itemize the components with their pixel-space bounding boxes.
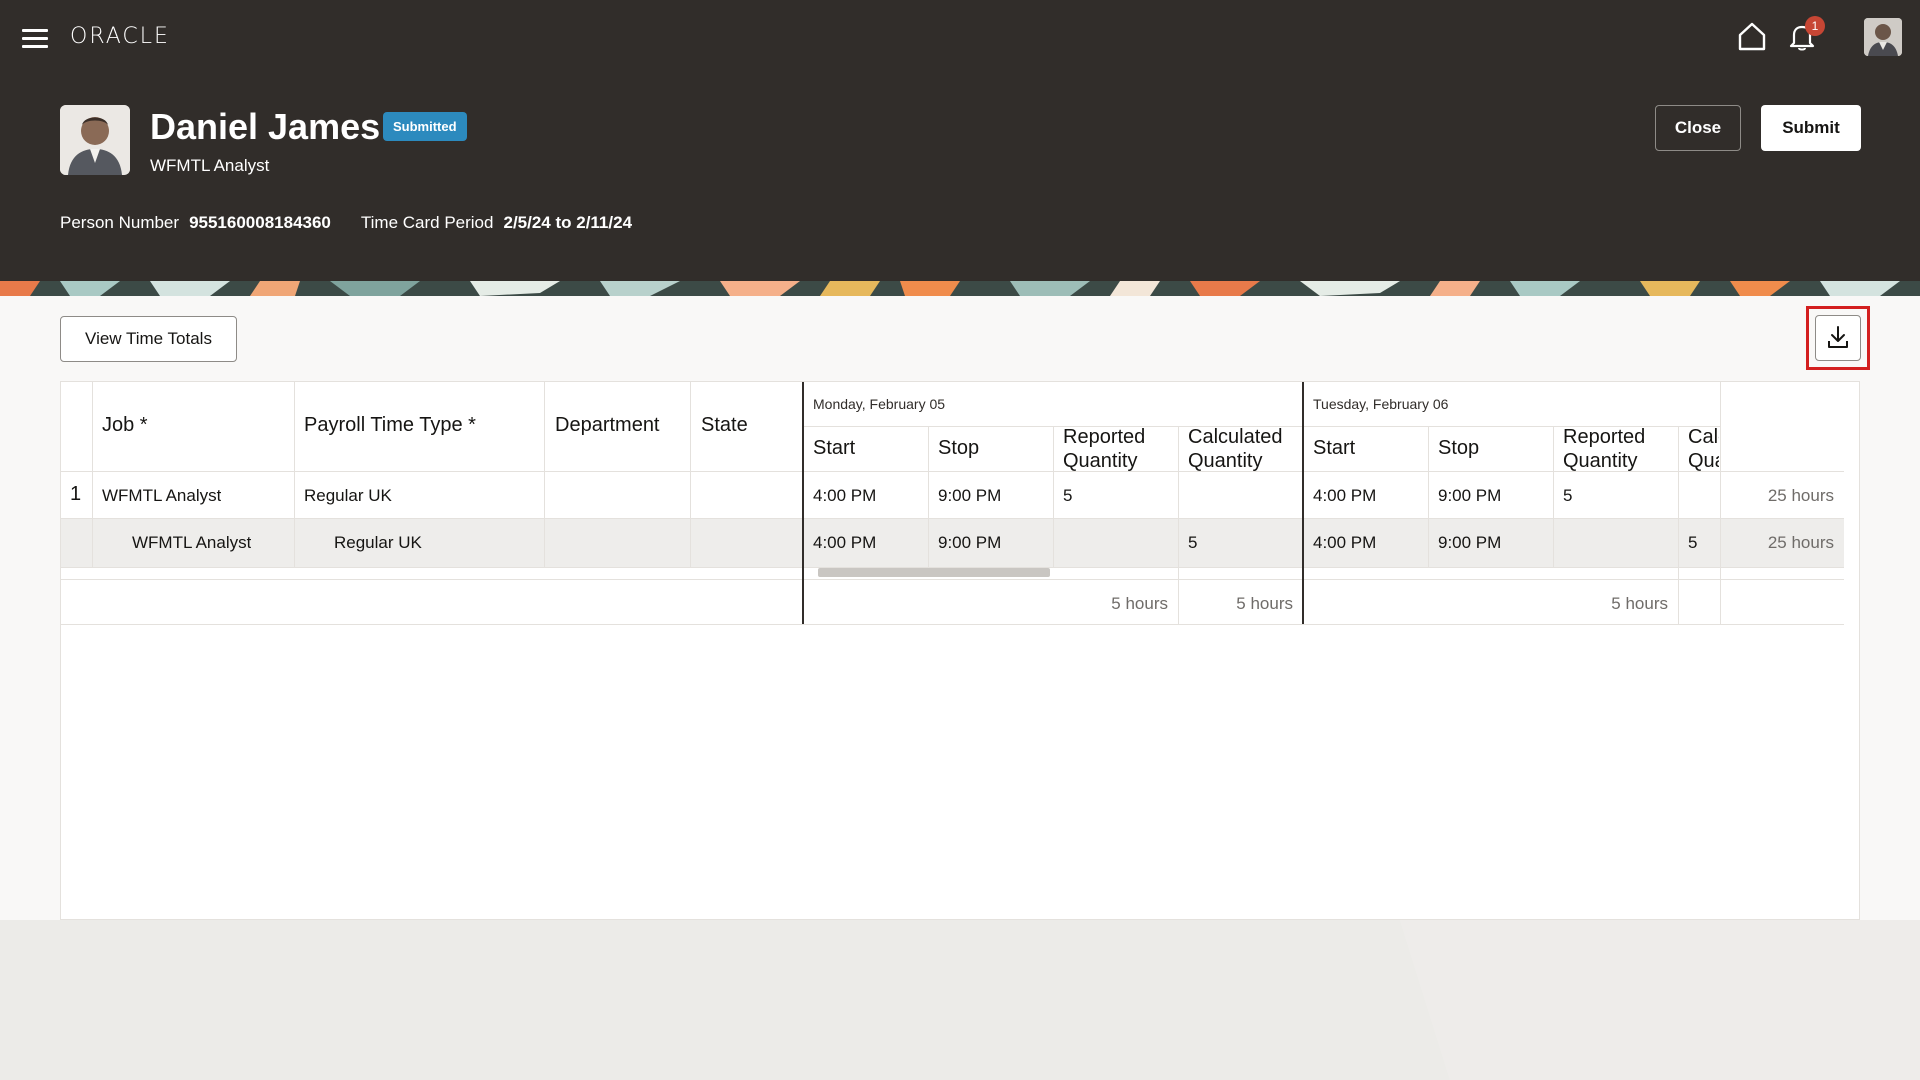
- notification-badge[interactable]: 1: [1805, 16, 1825, 36]
- employee-title: WFMTL Analyst: [150, 156, 270, 175]
- app-header: ORACLE 1 Daniel James Submitted WFMTL An…: [0, 0, 1920, 281]
- column-header-mon-stop: Stop: [938, 437, 980, 459]
- row-2-tue-start: 4:00 PM: [1313, 533, 1377, 552]
- column-header-state[interactable]: State: [701, 414, 748, 437]
- column-header-tue-start: Start: [1313, 437, 1356, 459]
- column-header-department[interactable]: Department: [555, 414, 660, 437]
- total-mon-reported: 5 hours: [1111, 594, 1168, 613]
- download-icon: [1828, 326, 1848, 348]
- column-header-mon-start: Start: [813, 437, 856, 459]
- person-number-value: 955160008184360: [189, 213, 331, 232]
- employee-photo: [60, 105, 130, 175]
- row-1-tue-start[interactable]: 4:00 PM: [1313, 486, 1376, 506]
- scrollbar-thumb[interactable]: [818, 568, 1050, 577]
- timecard-meta: Person Number 955160008184360 Time Card Pe…: [60, 213, 662, 233]
- row-number: 1: [70, 483, 82, 505]
- user-avatar[interactable]: [1864, 18, 1902, 56]
- row-1-total: 25 hours: [1767, 486, 1834, 505]
- decorative-banner: [0, 281, 1920, 296]
- day-header-monday: Monday, February 05: [813, 396, 946, 412]
- background-pattern: [0, 920, 1920, 1080]
- view-time-totals-button[interactable]: View Time Totals: [60, 316, 237, 362]
- column-header-tue-calculated: Calculated Quantity: [1688, 426, 1719, 472]
- menu-icon[interactable]: [22, 27, 48, 49]
- row-1-mon-reported[interactable]: 5: [1063, 486, 1072, 506]
- row-2-mon-stop: 9:00 PM: [938, 533, 1002, 552]
- row-1-payroll-time-type[interactable]: Regular UK: [304, 486, 392, 506]
- column-header-payroll-time-type[interactable]: Payroll Time Type *: [304, 414, 476, 437]
- row-2-mon-calculated: 5: [1188, 533, 1198, 552]
- day-header-tuesday: Tuesday, February 06: [1313, 396, 1449, 412]
- row-1-mon-stop[interactable]: 9:00 PM: [938, 486, 1001, 506]
- row-2-job: WFMTL Analyst: [132, 533, 252, 552]
- status-badge: Submitted: [383, 112, 467, 141]
- home-icon[interactable]: [1736, 20, 1768, 52]
- row-2-mon-start: 4:00 PM: [813, 533, 877, 552]
- column-header-tue-stop: Stop: [1438, 437, 1480, 459]
- row-2-tue-stop: 9:00 PM: [1438, 533, 1502, 552]
- row-1-mon-start[interactable]: 4:00 PM: [813, 486, 876, 506]
- row-1-job[interactable]: WFMTL Analyst: [102, 486, 221, 506]
- column-header-job[interactable]: Job *: [102, 414, 148, 437]
- total-tue-reported: 5 hours: [1611, 594, 1668, 613]
- row-1-tue-reported[interactable]: 5: [1563, 486, 1572, 506]
- row-2-payroll-time-type: Regular UK: [334, 533, 422, 552]
- download-button[interactable]: [1815, 315, 1861, 361]
- person-number-label: Person Number: [60, 213, 180, 232]
- column-header-mon-reported: Reported Quantity: [1063, 426, 1146, 472]
- row-2-tue-calculated: 5: [1688, 533, 1698, 552]
- close-button[interactable]: Close: [1655, 105, 1741, 151]
- oracle-logo[interactable]: ORACLE: [70, 24, 170, 49]
- period-label: Time Card Period: [360, 213, 494, 232]
- submit-button[interactable]: Submit: [1761, 105, 1861, 151]
- period-value: 2/5/24 to 2/11/24: [503, 213, 633, 232]
- total-mon-calculated: 5 hours: [1236, 594, 1293, 613]
- row-2-total: 25 hours: [1767, 533, 1834, 552]
- column-header-tue-reported: Reported Quantity: [1563, 426, 1646, 472]
- employee-name: Daniel James: [150, 106, 381, 147]
- column-header-mon-calculated: Calculated Quantity: [1188, 426, 1283, 472]
- row-1-tue-stop[interactable]: 9:00 PM: [1438, 486, 1501, 506]
